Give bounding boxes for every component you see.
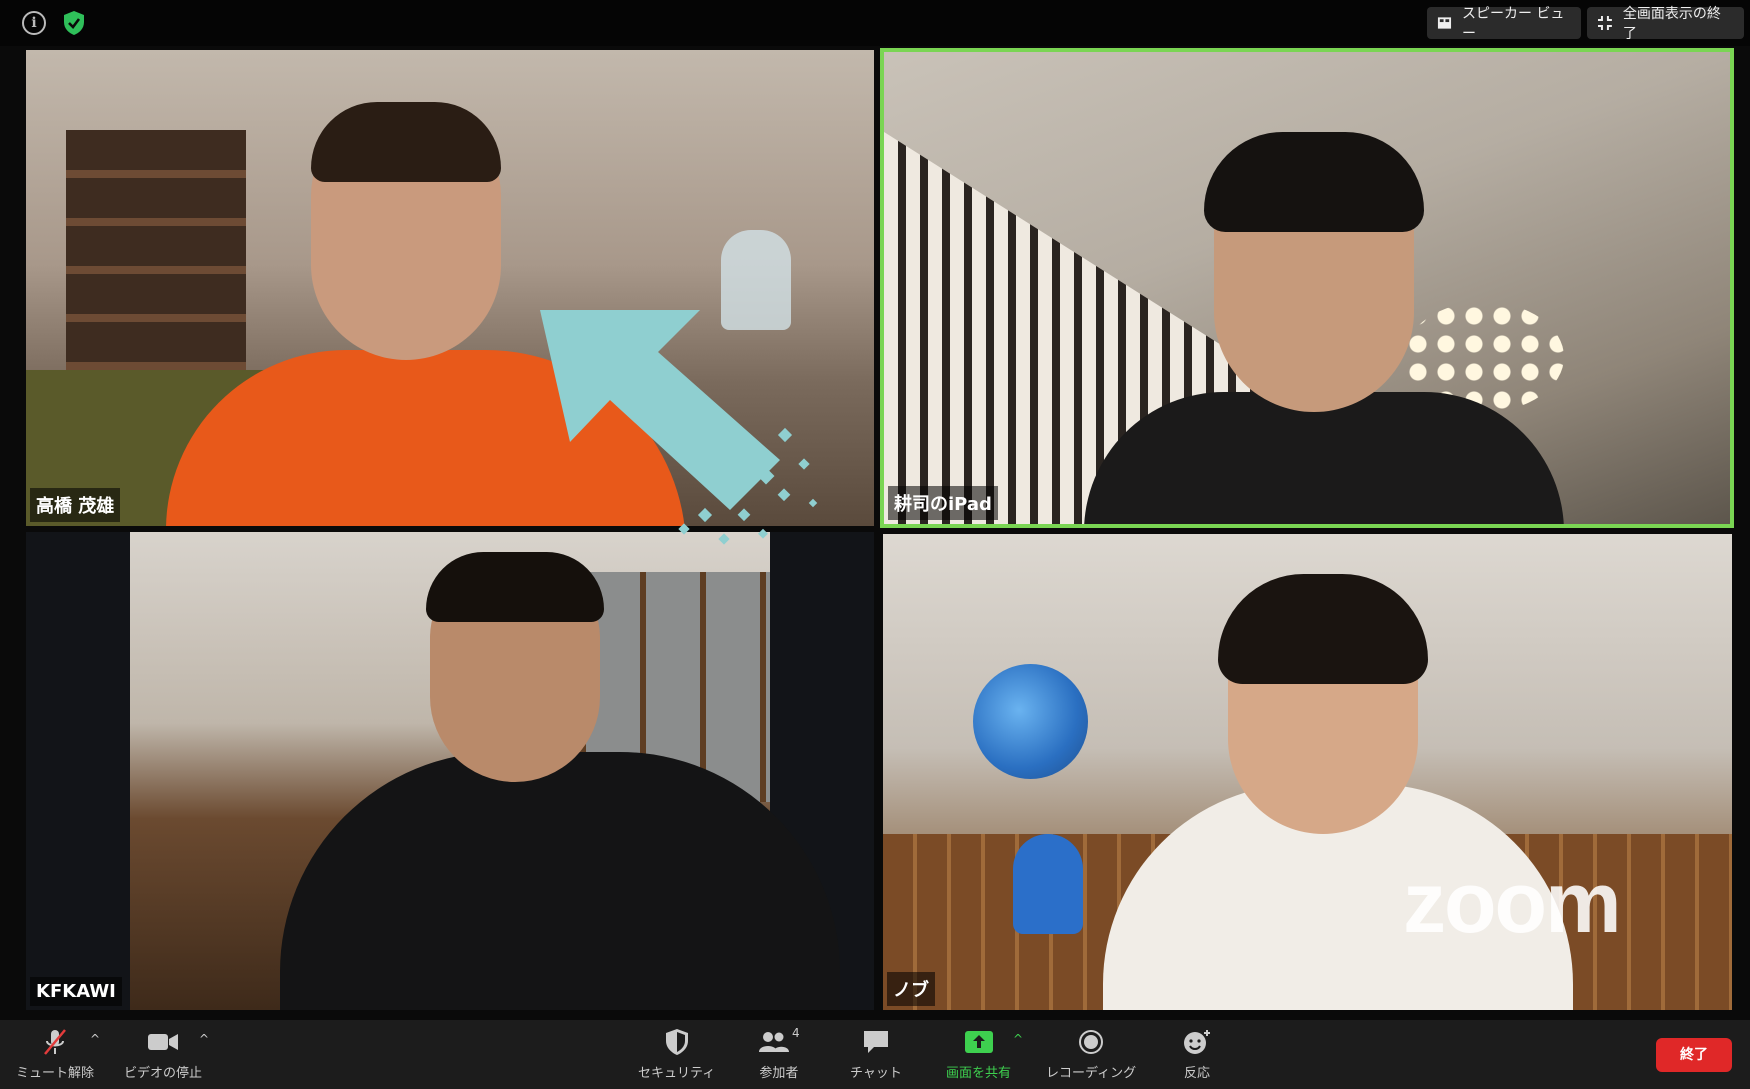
exit-fullscreen-label: 全画面表示の終了	[1622, 6, 1721, 42]
speaker-view-button[interactable]: スピーカー ビュー	[1427, 6, 1581, 42]
info-icon[interactable]: i	[22, 11, 46, 35]
shield-check-icon[interactable]	[62, 10, 86, 36]
zoom-watermark: zoom	[1403, 855, 1622, 951]
video-background	[1013, 834, 1083, 934]
share-screen-label: 画面を共有	[946, 1066, 1012, 1081]
chat-label: チャット	[850, 1066, 902, 1081]
speaker-view-icon	[1437, 17, 1452, 29]
participant-video	[1204, 132, 1424, 232]
participant-name-tag: 高橋 茂雄	[30, 488, 121, 522]
video-camera-icon	[148, 1034, 178, 1050]
participant-video	[1084, 392, 1564, 524]
reactions-label: 反応	[1183, 1066, 1210, 1081]
stop-video-label: ビデオの停止	[124, 1066, 203, 1081]
participant-video	[311, 102, 501, 182]
arrow-overlay-graphic	[540, 310, 818, 545]
security-shield-icon	[665, 1029, 688, 1055]
chevron-up-icon[interactable]: ^	[199, 1032, 209, 1046]
share-screen-button[interactable]: 画面を共有	[946, 1026, 1011, 1081]
stop-video-button[interactable]: ビデオの停止	[124, 1026, 202, 1081]
video-background	[130, 532, 840, 1010]
participant-video	[1218, 574, 1428, 684]
chevron-up-icon[interactable]: ^	[90, 1032, 100, 1046]
participants-count: 4	[792, 1026, 800, 1040]
video-tile-active-speaker[interactable]: 耕司のiPad	[880, 48, 1734, 528]
mic-muted-icon	[44, 1029, 66, 1055]
meeting-toolbar: ミュート解除 ^ ビデオの停止 ^ セキュリティ 4 参加者 チャット 画面を共…	[0, 1020, 1750, 1089]
record-label: レコーディング	[1046, 1066, 1137, 1081]
chevron-up-icon[interactable]: ^	[1013, 1032, 1023, 1046]
participants-icon	[759, 1032, 789, 1052]
participants-button[interactable]: 4 参加者	[758, 1026, 800, 1081]
security-button[interactable]: セキュリティ	[638, 1026, 715, 1081]
exit-fullscreen-button[interactable]: 全画面表示の終了	[1587, 6, 1744, 42]
end-meeting-button[interactable]: 終了	[1656, 1038, 1732, 1072]
participants-label: 参加者	[759, 1066, 799, 1081]
speaker-view-label: スピーカー ビュー	[1461, 6, 1565, 42]
record-button[interactable]: レコーディング	[1046, 1026, 1136, 1081]
video-tile[interactable]: KFKAWI	[26, 532, 874, 1010]
unmute-label: ミュート解除	[16, 1066, 95, 1081]
video-background	[973, 664, 1088, 779]
security-label: セキュリティ	[638, 1066, 716, 1081]
video-tile[interactable]: zoom ノブ	[883, 534, 1732, 1010]
reactions-button[interactable]: 反応	[1183, 1026, 1211, 1081]
unmute-button[interactable]: ミュート解除	[16, 1026, 94, 1081]
participant-name-tag: 耕司のiPad	[888, 486, 998, 520]
reaction-smiley-icon	[1184, 1030, 1210, 1054]
exit-fullscreen-icon	[1597, 16, 1612, 30]
chat-bubble-icon	[863, 1031, 888, 1053]
top-bar: i スピーカー ビュー 全画面表示の終了	[0, 0, 1750, 46]
participant-name-tag: KFKAWI	[30, 977, 122, 1006]
participant-name-tag: ノブ	[887, 972, 935, 1006]
record-icon	[1079, 1030, 1104, 1054]
chat-button[interactable]: チャット	[850, 1026, 902, 1081]
share-screen-icon	[964, 1031, 993, 1053]
